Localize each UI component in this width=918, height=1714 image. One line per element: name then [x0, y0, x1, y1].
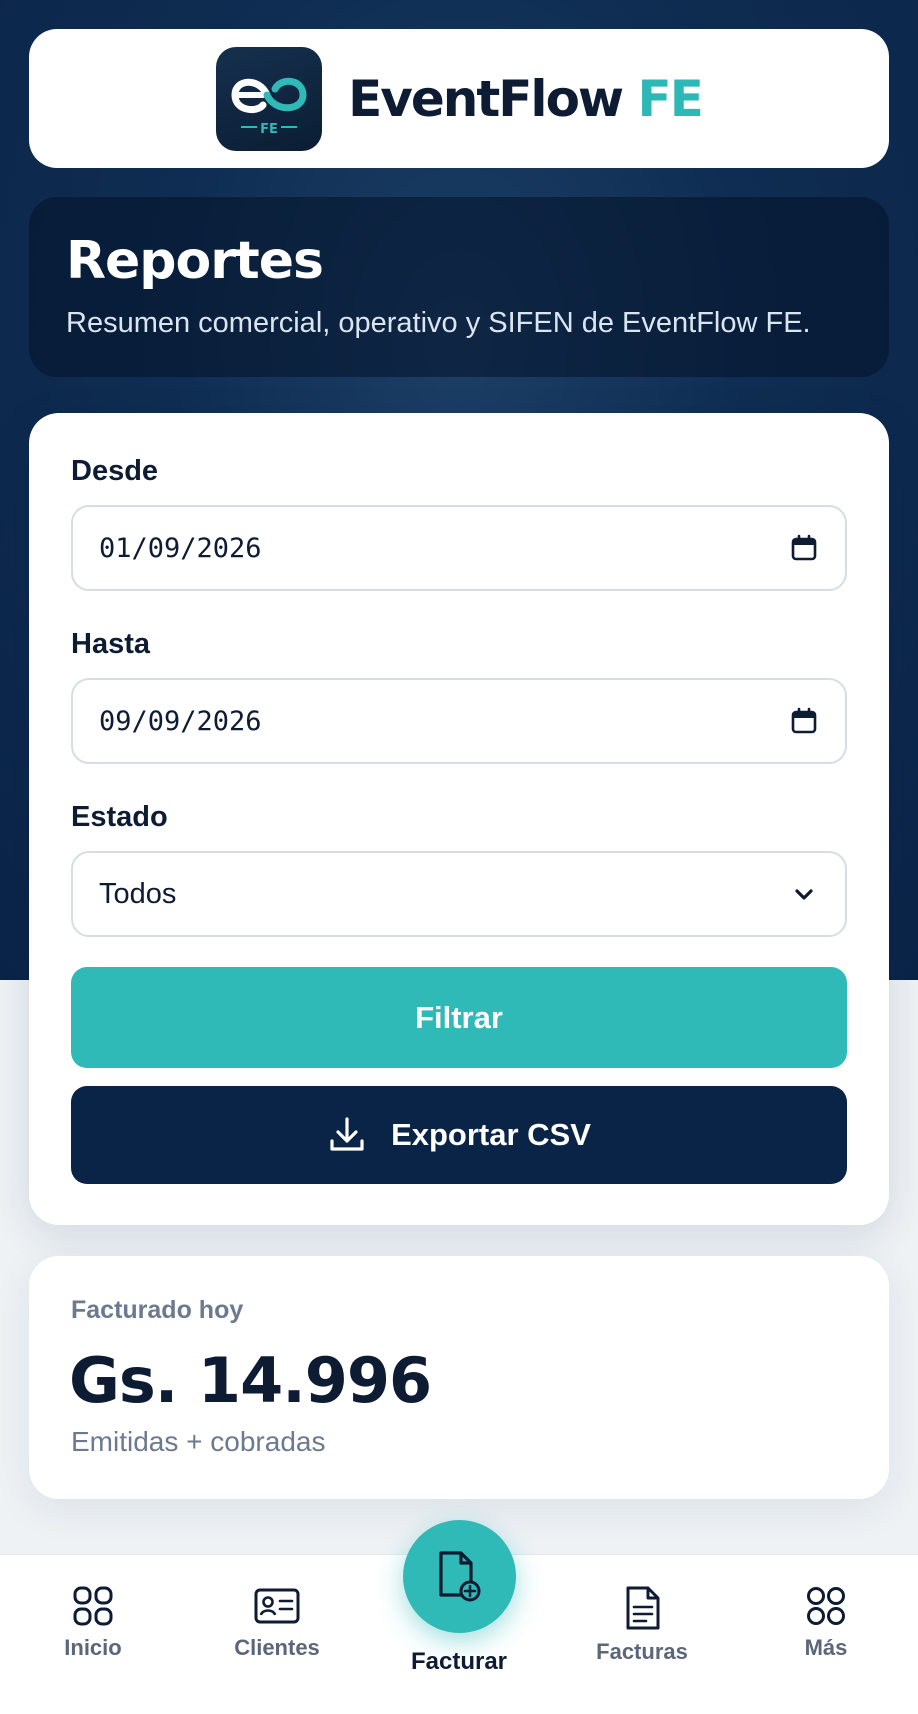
logo-caption: FE [260, 122, 278, 137]
stat-subtitle: Emitidas + cobradas [71, 1426, 326, 1457]
nav-item-mas[interactable]: Más [756, 1585, 896, 1661]
nav-label-inicio: Inicio [64, 1635, 122, 1660]
nav-item-inicio[interactable]: Inicio [23, 1585, 163, 1661]
nav-label-facturar[interactable]: Facturar [379, 1648, 539, 1676]
brand-name-main: EventFlow [348, 69, 624, 128]
export-csv-label: Exportar CSV [391, 1117, 591, 1152]
brand-header: FE EventFlow FE [29, 29, 889, 168]
hasta-label: Hasta [71, 628, 150, 660]
page-subtitle: Resumen comercial, operativo y SIFEN de … [66, 307, 811, 339]
filter-button[interactable]: Filtrar [71, 967, 847, 1068]
stat-card-facturado-hoy: Facturado hoy Gs. 14.996 Emitidas + cobr… [29, 1256, 889, 1499]
logo-mark-icon: FE [231, 77, 307, 137]
new-document-icon [438, 1550, 480, 1601]
stat-label: Facturado hoy [71, 1296, 244, 1324]
facturar-fab-button[interactable] [403, 1520, 516, 1633]
filter-card: Desde 01/09/2026 Hasta 09/09/2026 Estado… [29, 413, 889, 1225]
more-icon [807, 1587, 845, 1625]
stat-value: Gs. 14.996 [69, 1344, 432, 1417]
brand-name-accent: FE [637, 69, 704, 128]
document-icon [626, 1586, 660, 1630]
nav-label-mas: Más [804, 1635, 848, 1660]
desde-value: 01/09/2026 [99, 532, 262, 564]
nav-item-facturas[interactable]: Facturas [572, 1585, 712, 1665]
page-header: Reportes Resumen comercial, operativo y … [29, 197, 889, 377]
hasta-value: 09/09/2026 [99, 705, 262, 737]
chevron-down-icon [789, 879, 819, 909]
page-title: Reportes [66, 231, 324, 291]
estado-select[interactable]: Todos [71, 851, 847, 937]
download-icon [330, 1117, 364, 1151]
brand-name: EventFlow FE [348, 69, 704, 128]
grid-icon [73, 1586, 113, 1626]
estado-selected-value: Todos [99, 877, 177, 910]
nav-label-facturas: Facturas [596, 1639, 688, 1664]
app-logo: FE [216, 46, 323, 151]
calendar-icon[interactable] [789, 533, 819, 563]
hasta-date-input[interactable]: 09/09/2026 [71, 678, 847, 764]
id-card-icon [254, 1588, 300, 1624]
calendar-icon[interactable] [789, 706, 819, 736]
desde-date-input[interactable]: 01/09/2026 [71, 505, 847, 591]
nav-label-clientes: Clientes [234, 1635, 320, 1660]
nav-item-clientes[interactable]: Clientes [207, 1585, 347, 1661]
estado-label: Estado [71, 801, 168, 833]
export-csv-button[interactable]: Exportar CSV [71, 1086, 847, 1184]
desde-label: Desde [71, 455, 159, 487]
